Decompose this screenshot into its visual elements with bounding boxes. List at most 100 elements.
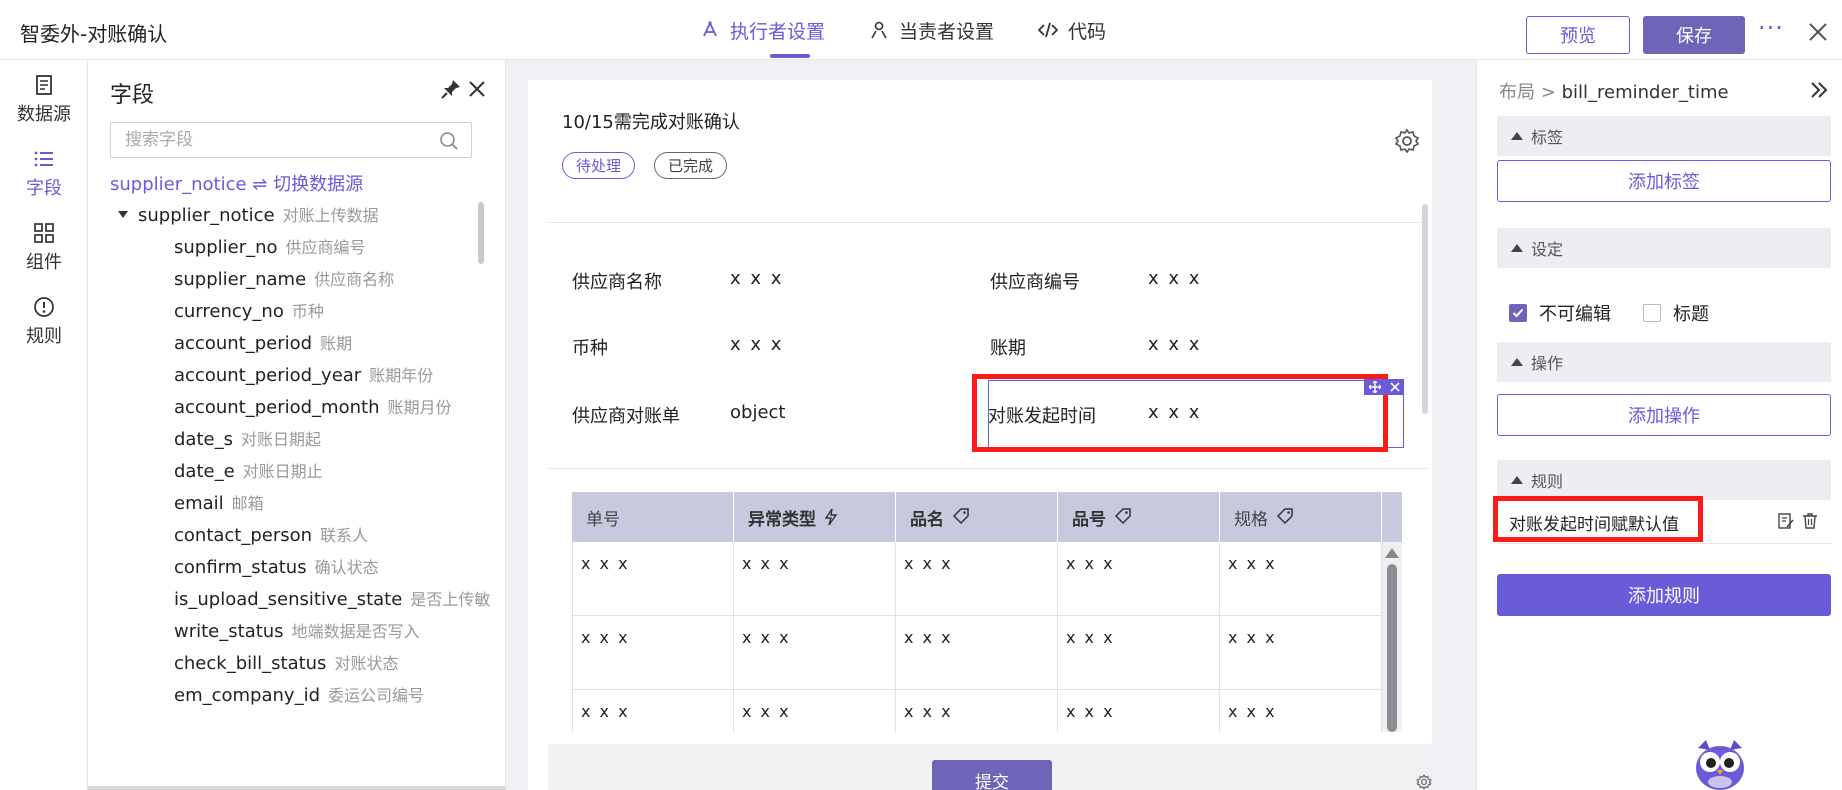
table-cell: x x x xyxy=(896,690,1058,732)
section-actions-header[interactable]: 操作 xyxy=(1497,342,1831,382)
caret-down-icon[interactable] xyxy=(118,210,128,218)
form-value: object xyxy=(730,402,786,423)
scroll-up-icon[interactable] xyxy=(1385,548,1399,558)
field-item[interactable]: email 邮箱 xyxy=(174,490,264,514)
table-scrollbar-thumb[interactable] xyxy=(1387,564,1397,732)
save-button[interactable]: 保存 xyxy=(1643,16,1745,54)
column-label: 规格 xyxy=(1234,509,1268,530)
field-name: contact_person xyxy=(174,525,313,546)
fields-horizontal-scrollbar[interactable] xyxy=(88,786,505,790)
table-header-cell: 异常类型 xyxy=(734,492,896,542)
field-item[interactable]: confirm_status 确认状态 xyxy=(174,554,379,578)
tag-icon xyxy=(1114,508,1131,525)
table-header-cell: 单号 xyxy=(572,492,734,542)
field-item[interactable]: currency_no 币种 xyxy=(174,298,324,322)
field-desc: 供应商编号 xyxy=(285,238,366,257)
field-item[interactable]: em_company_id 委运公司编号 xyxy=(174,682,424,706)
field-desc: 是否上传敏 xyxy=(410,590,491,609)
field-item[interactable]: is_upload_sensitive_state 是否上传敏 xyxy=(174,586,490,610)
add-action-button[interactable]: 添加操作 xyxy=(1497,394,1831,436)
field-item[interactable]: date_e 对账日期止 xyxy=(174,458,323,482)
table-cell: x x x xyxy=(572,542,734,616)
design-canvas: 10/15需完成对账确认 待处理 已完成 供应商名称 x x x 供应商编号 x… xyxy=(528,80,1432,790)
tag-icon xyxy=(1276,508,1293,525)
form-label: 账期 xyxy=(990,338,1026,359)
preview-button[interactable]: 预览 xyxy=(1526,16,1630,54)
field-item[interactable]: account_period_month 账期月份 xyxy=(174,394,452,418)
table-cell: x x x xyxy=(1058,616,1220,690)
tag-pending[interactable]: 待处理 xyxy=(562,152,636,179)
rule-item[interactable]: 对账发起时间赋默认值 xyxy=(1493,496,1831,544)
settings-checkboxes: 不可编辑 标题 xyxy=(1509,300,1709,326)
form-label: 对账发起时间 xyxy=(988,406,1096,427)
divider xyxy=(548,222,1428,223)
field-item[interactable]: write_status 地端数据是否写入 xyxy=(174,618,420,642)
double-chevron-right-icon[interactable] xyxy=(1809,80,1829,100)
card-title: 10/15需完成对账确认 xyxy=(562,112,740,133)
column-label: 异常类型 xyxy=(748,509,816,530)
field-name: account_period_month xyxy=(174,397,380,418)
field-name: is_upload_sensitive_state xyxy=(174,589,403,610)
table-row[interactable]: x x x x x x x x x x x x x x x xyxy=(572,542,1382,616)
move-icon[interactable] xyxy=(1368,381,1381,393)
field-item[interactable]: check_bill_status 对账状态 xyxy=(174,650,398,674)
section-settings-header[interactable]: 设定 xyxy=(1497,228,1831,268)
add-rule-button[interactable]: 添加规则 xyxy=(1497,574,1831,616)
switch-datasource-link[interactable]: supplier_notice ⇌ 切换数据源 xyxy=(110,170,363,196)
field-name: confirm_status xyxy=(174,557,307,578)
tag-done[interactable]: 已完成 xyxy=(654,152,728,179)
table-row[interactable]: x x x x x x x x x x x x x x x xyxy=(572,616,1382,690)
rail-item-fields-label: 字段 xyxy=(26,178,62,199)
rail-item-components[interactable]: 组件 xyxy=(0,222,88,274)
field-item[interactable]: contact_person 联系人 xyxy=(174,522,368,546)
close-icon[interactable] xyxy=(1808,22,1828,42)
rail-item-components-label: 组件 xyxy=(26,252,62,273)
title-checkbox[interactable] xyxy=(1643,304,1661,322)
readonly-checkbox[interactable] xyxy=(1509,304,1527,322)
canvas-scrollbar[interactable] xyxy=(1422,204,1428,414)
field-desc: 对账状态 xyxy=(334,654,399,673)
field-item[interactable]: date_s 对账日期起 xyxy=(174,426,321,450)
tab-accountable-settings[interactable]: 当责者设置 xyxy=(869,0,994,60)
section-rules-header[interactable]: 规则 xyxy=(1497,460,1831,500)
tab-executor-settings[interactable]: 执行者设置 xyxy=(700,0,825,60)
table-header-cell: 品号 xyxy=(1058,492,1220,542)
more-icon[interactable]: ··· xyxy=(1758,14,1784,42)
table-row[interactable]: x x x x x x x x x x x x x x x xyxy=(572,690,1382,732)
rail-item-rules[interactable]: 规则 xyxy=(0,296,88,348)
rail-item-fields[interactable]: 字段 xyxy=(0,148,88,200)
remove-icon[interactable] xyxy=(1389,382,1400,392)
section-label-header[interactable]: 标签 xyxy=(1497,116,1831,156)
gear-icon[interactable] xyxy=(1416,774,1432,790)
field-item[interactable]: account_period_year 账期年份 xyxy=(174,362,433,386)
trash-icon[interactable] xyxy=(1801,512,1819,530)
assistant-owl-icon[interactable] xyxy=(1692,738,1748,790)
field-item[interactable]: supplier_no 供应商编号 xyxy=(174,234,366,258)
field-desc: 委运公司编号 xyxy=(328,686,425,705)
table-cell: x x x xyxy=(1220,690,1382,732)
edit-icon[interactable] xyxy=(1777,512,1795,530)
submit-button[interactable]: 提交 xyxy=(932,760,1052,790)
field-item[interactable]: supplier_name 供应商名称 xyxy=(174,266,394,290)
tree-root-node[interactable]: supplier_notice 对账上传数据 xyxy=(118,202,379,226)
fields-scrollbar[interactable] xyxy=(478,202,484,264)
table-header-cell: 规格 xyxy=(1220,492,1382,542)
close-icon[interactable] xyxy=(468,80,486,98)
gear-icon[interactable] xyxy=(1394,128,1420,154)
alert-circle-icon xyxy=(34,297,54,317)
breadcrumb-root[interactable]: 布局 xyxy=(1499,82,1535,103)
add-label-button[interactable]: 添加标签 xyxy=(1497,160,1831,202)
column-label: 品号 xyxy=(1072,509,1106,530)
pin-icon[interactable] xyxy=(440,78,462,100)
field-desc: 供应商名称 xyxy=(314,270,395,289)
tab-code-label: 代码 xyxy=(1068,20,1107,43)
field-name: currency_no xyxy=(174,301,284,322)
rail-item-datasource[interactable]: 数据源 xyxy=(0,74,88,126)
search-icon[interactable] xyxy=(439,131,459,151)
field-item[interactable]: account_period 账期 xyxy=(174,330,352,354)
search-input[interactable] xyxy=(111,123,431,157)
highlight-box xyxy=(1493,496,1703,542)
tab-code[interactable]: 代码 xyxy=(1038,0,1106,60)
form-value: x x x xyxy=(1148,268,1202,289)
field-desc: 对账日期起 xyxy=(240,430,321,449)
